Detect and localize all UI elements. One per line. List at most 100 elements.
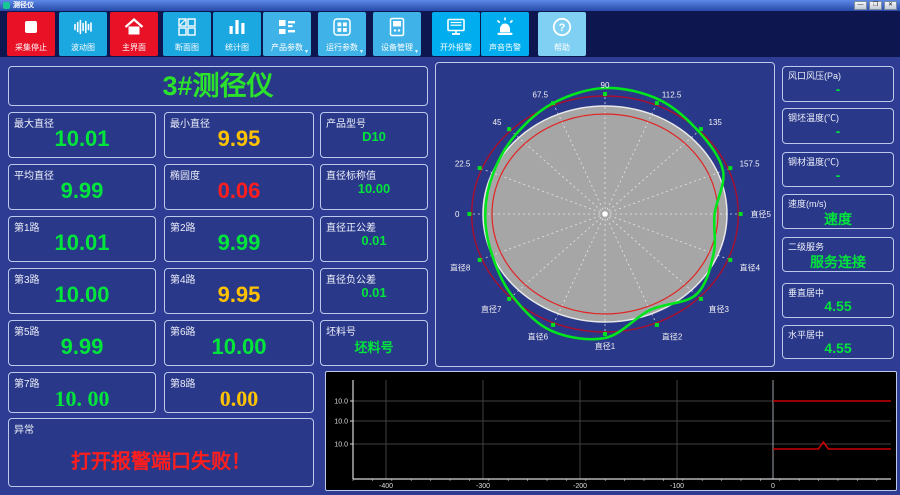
spoke-marker [507, 296, 512, 301]
toolbar-button-8[interactable]: 设备管理 ▼ [373, 12, 421, 56]
cell-value: 9.99 [217, 230, 261, 255]
toolbar-button-label: 断面图 [175, 43, 199, 52]
panel-value: - [835, 123, 841, 139]
spoke-label: 45 [493, 118, 502, 127]
cell-plus-tolerance: 直径正公差 0.01 [320, 216, 428, 262]
spoke-marker [654, 101, 659, 106]
cell-billet-no: 坯料号 坯料号 [320, 320, 428, 366]
y-tick-label: 10.0 [334, 399, 348, 406]
spoke-label: 112.5 [662, 91, 682, 100]
x-tick-label: -300 [476, 483, 490, 490]
toolbar-button-2[interactable]: 波动图 [59, 12, 107, 56]
spoke-label: 直径3 [709, 304, 730, 314]
cell-value: 10.01 [54, 126, 110, 151]
spoke-label: 135 [709, 118, 723, 127]
cell-channel-6: 第6路 10.00 [164, 320, 314, 366]
cell-label: 直径负公差 [326, 275, 376, 286]
cell-channel-5: 第5路 9.99 [8, 320, 156, 366]
cell-max-diameter: 最大直径 10.01 [8, 112, 156, 158]
panel-air-pressure: 风口风压(Pa) - [782, 66, 894, 102]
polar-center-dot [602, 211, 608, 217]
cell-avg-diameter: 平均直径 9.99 [8, 164, 156, 210]
svg-text:?: ? [559, 22, 566, 34]
toolbar-button-5[interactable]: 统计图 [213, 12, 261, 56]
panel-value: 4.55 [824, 340, 852, 356]
panel-value: 服务连接 [810, 254, 866, 270]
cell-min-diameter: 最小直径 9.95 [164, 112, 314, 158]
spoke-marker [507, 127, 512, 132]
spoke-marker [603, 332, 607, 336]
cell-channel-7: 第7路 10. 00 [8, 372, 156, 413]
run-grid-icon [318, 12, 366, 43]
window-controls: — ❐ ✕ [854, 1, 897, 10]
cell-channel-4: 第4路 9.95 [164, 268, 314, 314]
spoke-label: 157.5 [740, 159, 761, 168]
x-tick-label: 0 [771, 483, 775, 490]
x-tick-label: -200 [573, 483, 587, 490]
panel-value: 4.55 [824, 298, 852, 314]
trend-panel: 10.0 10.0 10.0 -400 -300 -200 -100 0 [325, 371, 897, 491]
spoke-marker [728, 257, 733, 262]
cell-channel-2: 第2路 9.99 [164, 216, 314, 262]
spoke-marker [477, 257, 482, 262]
spoke-marker [551, 101, 556, 106]
cell-value: 0.01 [361, 233, 387, 248]
toolbar-button-label: 主界面 [122, 43, 146, 52]
toolbar-button-11[interactable]: ? 帮助 [538, 12, 586, 56]
question-icon: ? [538, 12, 586, 43]
x-tick-label: -400 [379, 483, 393, 490]
toolbar-button-1[interactable]: 采集停止 [7, 12, 55, 56]
cell-label: 坯料号 [326, 327, 356, 338]
window-title: 测径仪 [13, 1, 34, 9]
spoke-marker [477, 166, 482, 171]
monitor-icon [432, 12, 480, 43]
cell-product-model: 产品型号 D10 [320, 112, 428, 158]
panel-level2-service: 二级服务 服务连接 [782, 237, 894, 272]
siren-icon [481, 12, 529, 43]
panel-vertical-center: 垂直居中 4.55 [782, 283, 894, 318]
maximize-button[interactable]: ❐ [869, 1, 882, 10]
bar-chart-icon [213, 12, 261, 43]
panel-value: 速度 [824, 211, 852, 227]
product-grid-icon [263, 12, 311, 43]
spoke-label: 67.5 [533, 91, 549, 100]
toolbar-button-4[interactable]: 断面图 [163, 12, 211, 56]
cell-minus-tolerance: 直径负公差 0.01 [320, 268, 428, 314]
app-icon [3, 2, 10, 9]
spoke-marker [728, 166, 733, 171]
titlebar: 测径仪 — ❐ ✕ [0, 0, 900, 11]
abnormal-label: 异常 [14, 425, 34, 436]
toolbar-button-10[interactable]: 声音告警 [481, 12, 529, 56]
minimize-button[interactable]: — [854, 1, 867, 10]
stop-icon [7, 12, 55, 43]
cell-channel-3: 第3路 10.00 [8, 268, 156, 314]
trend-chart: 10.0 10.0 10.0 -400 -300 -200 -100 0 [334, 380, 891, 490]
cell-value: 9.99 [60, 178, 104, 203]
toolbar-button-7[interactable]: 运行参数 ▼ [318, 12, 366, 56]
cell-value: D10 [362, 129, 386, 144]
spoke-label: 直径6 [528, 331, 549, 341]
spoke-marker [698, 127, 703, 132]
cell-value: 9.95 [217, 282, 261, 307]
toolbar-button-3[interactable]: 主界面 [110, 12, 158, 56]
spoke-marker [654, 322, 659, 327]
toolbar-button-9[interactable]: 开外报警 [432, 12, 480, 56]
cell-channel-8: 第8路 0.00 [164, 372, 314, 413]
cell-nominal-diameter: 直径标称值 10.00 [320, 164, 428, 210]
spoke-label: 直径7 [481, 304, 502, 314]
toolbar-button-label: 声音告警 [489, 43, 521, 52]
toolbar: 采集停止 波动图 主界面 断面图 统计图 产品参数 ▼ 运行参数 ▼ 设备管理 ▼ 开外报警 声音告警?… [0, 11, 900, 57]
close-button[interactable]: ✕ [884, 1, 897, 10]
spoke-label: 直径2 [662, 331, 683, 341]
device-icon [373, 12, 421, 43]
cell-value: 坯料号 [354, 340, 394, 355]
spoke-marker [467, 212, 472, 216]
cell-value: 10. 00 [54, 386, 110, 411]
cell-label: 直径正公差 [326, 223, 376, 234]
dropdown-caret-icon: ▼ [414, 49, 419, 55]
spoke-label: 0 [455, 210, 460, 219]
abnormal-panel: 异常 打开报警端口失败！ [8, 418, 314, 487]
panel-steel-temperature: 钢材温度(℃) - [782, 152, 894, 187]
toolbar-button-6[interactable]: 产品参数 ▼ [263, 12, 311, 56]
spoke-label: 直径8 [450, 263, 471, 273]
